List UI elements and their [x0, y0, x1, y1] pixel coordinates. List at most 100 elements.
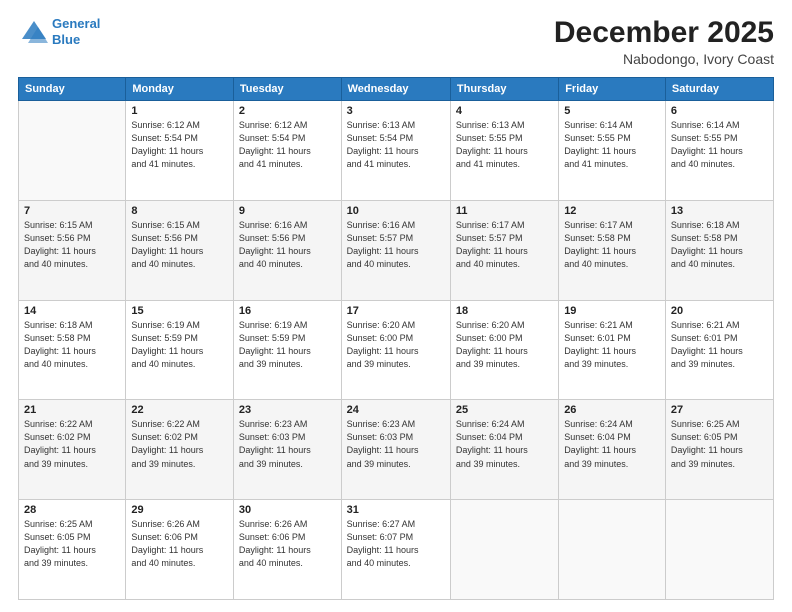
day-info: Sunrise: 6:26 AM Sunset: 6:06 PM Dayligh…: [131, 518, 228, 570]
day-info: Sunrise: 6:22 AM Sunset: 6:02 PM Dayligh…: [131, 418, 228, 470]
day-info: Sunrise: 6:15 AM Sunset: 5:56 PM Dayligh…: [24, 219, 120, 271]
day-info: Sunrise: 6:16 AM Sunset: 5:56 PM Dayligh…: [239, 219, 336, 271]
calendar-cell: 22 Sunrise: 6:22 AM Sunset: 6:02 PM Dayli…: [126, 400, 234, 500]
subtitle: Nabodongo, Ivory Coast: [554, 51, 774, 67]
day-number: 14: [24, 305, 120, 317]
day-info: Sunrise: 6:17 AM Sunset: 5:58 PM Dayligh…: [564, 219, 660, 271]
day-info: Sunrise: 6:17 AM Sunset: 5:57 PM Dayligh…: [456, 219, 553, 271]
day-info: Sunrise: 6:25 AM Sunset: 6:05 PM Dayligh…: [24, 518, 120, 570]
day-number: 7: [24, 205, 120, 217]
day-info: Sunrise: 6:26 AM Sunset: 6:06 PM Dayligh…: [239, 518, 336, 570]
calendar-cell: 26Sunrise: 6:24 AM Sunset: 6:04 PM Dayli…: [559, 400, 666, 500]
day-info: Sunrise: 6:12 AM Sunset: 5:54 PM Dayligh…: [239, 119, 336, 171]
day-info: Sunrise: 6:14 AM Sunset: 5:55 PM Dayligh…: [564, 119, 660, 171]
day-number: 15: [131, 305, 228, 317]
day-number: 22: [131, 404, 228, 416]
calendar-cell: 5Sunrise: 6:14 AM Sunset: 5:55 PM Daylig…: [559, 101, 666, 201]
calendar-cell: 2 Sunrise: 6:12 AM Sunset: 5:54 PM Daylig…: [233, 101, 341, 201]
calendar-cell: 12Sunrise: 6:17 AM Sunset: 5:58 PM Dayli…: [559, 200, 666, 300]
day-number: 31: [347, 504, 445, 516]
col-wednesday: Wednesday: [341, 78, 450, 101]
day-info: Sunrise: 6:19 AM Sunset: 5:59 PM Dayligh…: [131, 319, 228, 371]
day-number: 9: [239, 205, 336, 217]
calendar-cell: 10 Sunrise: 6:16 AM Sunset: 5:57 PM Dayli…: [341, 200, 450, 300]
calendar-cell: 31 Sunrise: 6:27 AM Sunset: 6:07 PM Dayli…: [341, 500, 450, 600]
calendar-cell: 25 Sunrise: 6:24 AM Sunset: 6:04 PM Dayli…: [450, 400, 558, 500]
calendar-week-4: 21Sunrise: 6:22 AM Sunset: 6:02 PM Dayli…: [19, 400, 774, 500]
day-info: Sunrise: 6:12 AM Sunset: 5:54 PM Dayligh…: [131, 119, 228, 171]
col-friday: Friday: [559, 78, 666, 101]
day-number: 10: [347, 205, 445, 217]
day-number: 26: [564, 404, 660, 416]
col-saturday: Saturday: [665, 78, 773, 101]
day-info: Sunrise: 6:18 AM Sunset: 5:58 PM Dayligh…: [671, 219, 768, 271]
day-info: Sunrise: 6:13 AM Sunset: 5:55 PM Dayligh…: [456, 119, 553, 171]
day-number: 8: [131, 205, 228, 217]
day-number: 6: [671, 105, 768, 117]
calendar-cell: 14 Sunrise: 6:18 AM Sunset: 5:58 PM Dayli…: [19, 300, 126, 400]
calendar-cell: 8Sunrise: 6:15 AM Sunset: 5:56 PM Daylig…: [126, 200, 234, 300]
calendar-cell: 23Sunrise: 6:23 AM Sunset: 6:03 PM Dayli…: [233, 400, 341, 500]
calendar-cell: 4 Sunrise: 6:13 AM Sunset: 5:55 PM Daylig…: [450, 101, 558, 201]
calendar-cell: 9 Sunrise: 6:16 AM Sunset: 5:56 PM Daylig…: [233, 200, 341, 300]
calendar-cell: 30 Sunrise: 6:26 AM Sunset: 6:06 PM Dayli…: [233, 500, 341, 600]
calendar-cell: 21Sunrise: 6:22 AM Sunset: 6:02 PM Dayli…: [19, 400, 126, 500]
col-tuesday: Tuesday: [233, 78, 341, 101]
day-number: 13: [671, 205, 768, 217]
day-info: Sunrise: 6:18 AM Sunset: 5:58 PM Dayligh…: [24, 319, 120, 371]
calendar-cell: 13 Sunrise: 6:18 AM Sunset: 5:58 PM Dayli…: [665, 200, 773, 300]
header: General Blue December 2025 Nabodongo, Iv…: [18, 16, 774, 67]
day-number: 4: [456, 105, 553, 117]
day-info: Sunrise: 6:14 AM Sunset: 5:55 PM Dayligh…: [671, 119, 768, 171]
calendar-cell: 11 Sunrise: 6:17 AM Sunset: 5:57 PM Dayli…: [450, 200, 558, 300]
day-info: Sunrise: 6:25 AM Sunset: 6:05 PM Dayligh…: [671, 418, 768, 470]
day-number: 2: [239, 105, 336, 117]
day-info: Sunrise: 6:19 AM Sunset: 5:59 PM Dayligh…: [239, 319, 336, 371]
day-info: Sunrise: 6:20 AM Sunset: 6:00 PM Dayligh…: [456, 319, 553, 371]
calendar-cell: 19 Sunrise: 6:21 AM Sunset: 6:01 PM Dayli…: [559, 300, 666, 400]
calendar-week-5: 28 Sunrise: 6:25 AM Sunset: 6:05 PM Dayli…: [19, 500, 774, 600]
calendar-cell: [19, 101, 126, 201]
col-sunday: Sunday: [19, 78, 126, 101]
day-number: 11: [456, 205, 553, 217]
day-info: Sunrise: 6:16 AM Sunset: 5:57 PM Dayligh…: [347, 219, 445, 271]
calendar-cell: 3Sunrise: 6:13 AM Sunset: 5:54 PM Daylig…: [341, 101, 450, 201]
header-row: Sunday Monday Tuesday Wednesday Thursday…: [19, 78, 774, 101]
day-number: 29: [131, 504, 228, 516]
day-info: Sunrise: 6:24 AM Sunset: 6:04 PM Dayligh…: [456, 418, 553, 470]
day-number: 27: [671, 404, 768, 416]
day-number: 24: [347, 404, 445, 416]
col-thursday: Thursday: [450, 78, 558, 101]
logo-text: General Blue: [52, 16, 100, 47]
day-info: Sunrise: 6:21 AM Sunset: 6:01 PM Dayligh…: [564, 319, 660, 371]
calendar-cell: 16Sunrise: 6:19 AM Sunset: 5:59 PM Dayli…: [233, 300, 341, 400]
day-info: Sunrise: 6:23 AM Sunset: 6:03 PM Dayligh…: [239, 418, 336, 470]
logo-icon: [18, 19, 50, 45]
day-number: 18: [456, 305, 553, 317]
day-number: 20: [671, 305, 768, 317]
calendar-cell: 20 Sunrise: 6:21 AM Sunset: 6:01 PM Dayli…: [665, 300, 773, 400]
day-info: Sunrise: 6:21 AM Sunset: 6:01 PM Dayligh…: [671, 319, 768, 371]
calendar-cell: 29 Sunrise: 6:26 AM Sunset: 6:06 PM Dayli…: [126, 500, 234, 600]
day-info: Sunrise: 6:27 AM Sunset: 6:07 PM Dayligh…: [347, 518, 445, 570]
calendar-cell: 1Sunrise: 6:12 AM Sunset: 5:54 PM Daylig…: [126, 101, 234, 201]
logo: General Blue: [18, 16, 100, 47]
calendar-table: Sunday Monday Tuesday Wednesday Thursday…: [18, 77, 774, 600]
calendar-cell: 27 Sunrise: 6:25 AM Sunset: 6:05 PM Dayli…: [665, 400, 773, 500]
day-number: 17: [347, 305, 445, 317]
day-number: 30: [239, 504, 336, 516]
calendar-cell: [559, 500, 666, 600]
calendar-cell: 17Sunrise: 6:20 AM Sunset: 6:00 PM Dayli…: [341, 300, 450, 400]
col-monday: Monday: [126, 78, 234, 101]
day-number: 28: [24, 504, 120, 516]
calendar-week-1: 1Sunrise: 6:12 AM Sunset: 5:54 PM Daylig…: [19, 101, 774, 201]
calendar-cell: 24Sunrise: 6:23 AM Sunset: 6:03 PM Dayli…: [341, 400, 450, 500]
day-number: 19: [564, 305, 660, 317]
calendar-cell: 18 Sunrise: 6:20 AM Sunset: 6:00 PM Dayli…: [450, 300, 558, 400]
day-number: 25: [456, 404, 553, 416]
calendar-cell: 28 Sunrise: 6:25 AM Sunset: 6:05 PM Dayli…: [19, 500, 126, 600]
title-area: December 2025 Nabodongo, Ivory Coast: [554, 16, 774, 67]
calendar-cell: 6 Sunrise: 6:14 AM Sunset: 5:55 PM Daylig…: [665, 101, 773, 201]
calendar-body: 1Sunrise: 6:12 AM Sunset: 5:54 PM Daylig…: [19, 101, 774, 600]
calendar-week-2: 7 Sunrise: 6:15 AM Sunset: 5:56 PM Daylig…: [19, 200, 774, 300]
